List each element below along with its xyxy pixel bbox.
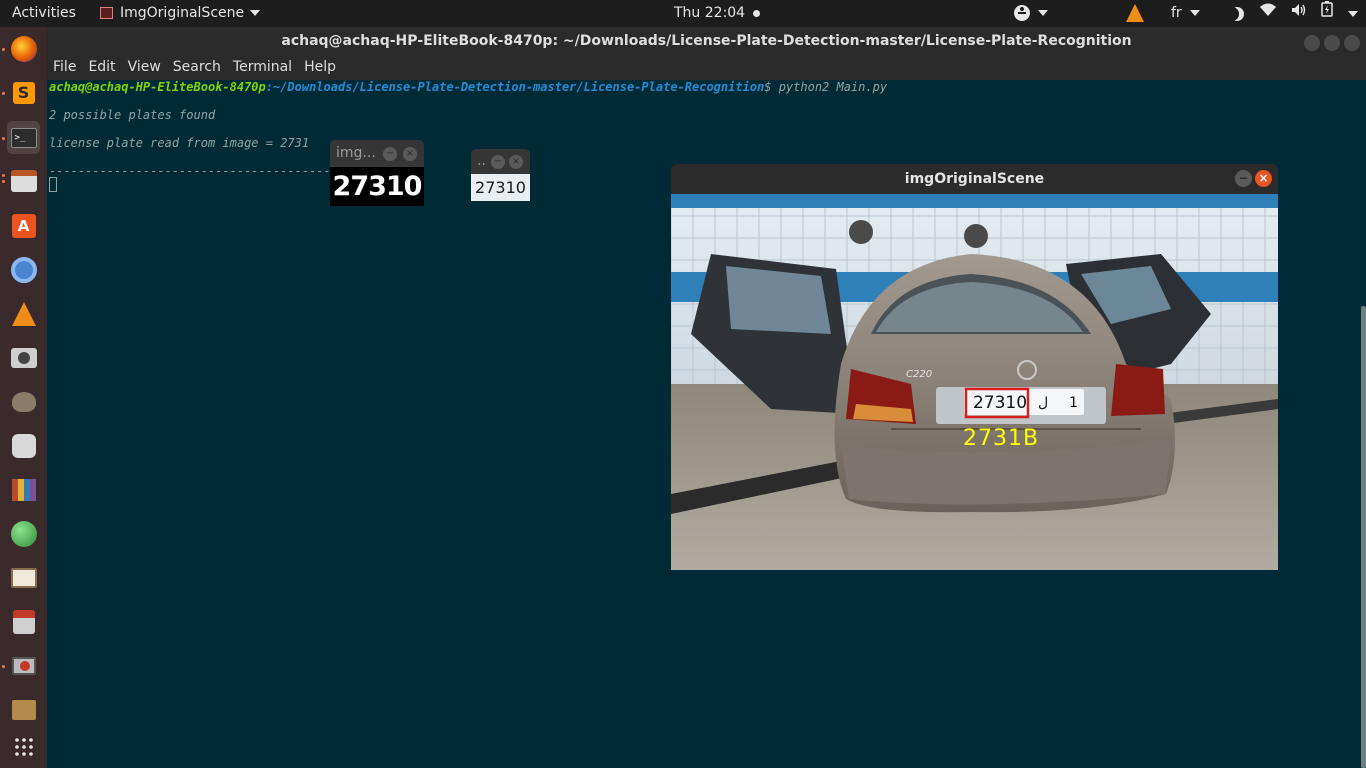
plate-crop-titlebar[interactable]: .. − × [471, 149, 530, 174]
chromium-icon[interactable] [7, 253, 40, 286]
running-indicator [2, 137, 5, 140]
car-badge-text: C220 [906, 369, 932, 380]
battery-icon [1321, 0, 1334, 27]
close-button[interactable] [1344, 35, 1360, 51]
files-icon[interactable] [7, 164, 40, 197]
output-plate-read: license plate read from image = 2731 [49, 136, 310, 150]
running-indicator [2, 665, 5, 668]
app-menu[interactable]: ImgOriginalScene [100, 0, 261, 27]
prompt-line: achaq@achaq-HP-EliteBook-8470p:~/Downloa… [49, 80, 887, 94]
close-button[interactable]: × [403, 147, 417, 161]
top-bar: Activities ImgOriginalScene Thu 22:04 fr [0, 0, 1366, 27]
app-window-icon [100, 7, 113, 19]
menu-edit[interactable]: Edit [82, 55, 121, 80]
original-scene-window[interactable]: imgOriginalScene − × C220 27310 ل 1 2731… [671, 164, 1278, 570]
activities-button[interactable]: Activities [12, 0, 76, 27]
clock-label: Thu 22:04 [674, 5, 746, 21]
menu-file[interactable]: File [47, 55, 82, 80]
keyboard-layout-label: fr [1171, 5, 1182, 21]
running-indicator [2, 180, 5, 183]
plate-threshold-image: 27310 [330, 167, 424, 206]
gimp-icon[interactable] [7, 385, 40, 418]
terminal-title: achaq@achaq-HP-EliteBook-8470p: ~/Downlo… [281, 33, 1132, 49]
plate-crop-window[interactable]: .. − × 27310 [471, 149, 530, 201]
minimize-button[interactable] [1304, 35, 1320, 51]
accessibility-icon [1014, 5, 1030, 21]
plate-threshold-title: img... [336, 145, 376, 161]
menu-terminal[interactable]: Terminal [227, 55, 298, 80]
vlc-icon[interactable] [7, 297, 40, 330]
terminal-scrollbar[interactable] [1361, 306, 1366, 768]
terminal-icon[interactable]: >_ [7, 121, 40, 154]
notification-dot-icon [752, 9, 760, 17]
wifi-icon [1260, 0, 1277, 27]
plate-crop-image: 27310 [471, 174, 530, 201]
terminal-menubar: File Edit View Search Terminal Help [47, 55, 1366, 80]
chevron-down-icon [250, 10, 261, 16]
menu-view[interactable]: View [122, 55, 167, 80]
running-indicator [2, 174, 5, 177]
running-indicator [2, 92, 5, 95]
keyboard-layout-menu[interactable]: fr [1171, 0, 1200, 27]
book-icon[interactable] [7, 561, 40, 594]
minimize-button[interactable]: − [1235, 170, 1252, 187]
chevron-down-icon [1038, 10, 1048, 16]
system-menu[interactable] [1230, 0, 1358, 27]
menu-help[interactable]: Help [298, 55, 342, 80]
terminal-titlebar[interactable]: achaq@achaq-HP-EliteBook-8470p: ~/Downlo… [47, 27, 1366, 55]
sublime-icon[interactable]: S [7, 76, 40, 109]
dock: S >_ A [0, 27, 47, 768]
plate-arabic-letter: ل [1038, 395, 1049, 411]
chevron-down-icon [1189, 10, 1200, 16]
minimize-button[interactable]: − [383, 147, 397, 161]
software-center-icon[interactable]: A [7, 209, 40, 242]
vlc-tray-icon[interactable] [1126, 0, 1144, 27]
mpv-icon[interactable] [7, 429, 40, 462]
scene-image: C220 27310 ل 1 2731B [671, 194, 1278, 570]
close-button[interactable]: × [509, 155, 523, 169]
output-separator: ----------------------------------------… [49, 164, 346, 178]
clock[interactable]: Thu 22:04 [674, 0, 760, 27]
plate-threshold-titlebar[interactable]: img... − × [330, 140, 424, 167]
original-scene-titlebar[interactable]: imgOriginalScene − × [671, 164, 1278, 194]
close-button[interactable]: × [1255, 170, 1272, 187]
menu-search[interactable]: Search [167, 55, 227, 80]
plate-threshold-window[interactable]: img... − × 27310 [330, 140, 424, 206]
night-light-icon [1230, 7, 1244, 21]
globe-icon[interactable] [7, 517, 40, 550]
maximize-button[interactable] [1324, 35, 1340, 51]
app-grid-icon[interactable] [7, 730, 40, 763]
library-icon[interactable] [7, 473, 40, 506]
app-menu-label: ImgOriginalScene [120, 5, 245, 21]
plate-digits: 27310 [972, 393, 1028, 413]
usb-creator-icon[interactable] [7, 605, 40, 638]
detected-plate-text: 2731B [963, 426, 1040, 451]
archive-icon[interactable] [7, 693, 40, 726]
disk-app-icon[interactable] [7, 649, 40, 682]
chevron-down-icon [1347, 10, 1358, 17]
volume-icon [1291, 0, 1307, 27]
firefox-icon[interactable] [7, 32, 40, 65]
original-scene-title: imgOriginalScene [904, 171, 1045, 187]
camera-icon[interactable] [7, 341, 40, 374]
accessibility-menu[interactable] [1014, 0, 1048, 27]
output-plates-found: 2 possible plates found [49, 108, 216, 122]
prompt-command: $ python2 Main.py [764, 80, 888, 94]
plate-region-number: 1 [1069, 395, 1078, 411]
prompt-user: achaq@achaq-HP-EliteBook-8470p [49, 80, 266, 94]
running-indicator [2, 48, 5, 51]
plate-crop-title: .. [477, 153, 486, 169]
minimize-button[interactable]: − [491, 155, 505, 169]
terminal-cursor [49, 177, 57, 192]
prompt-path: :~/Downloads/License-Plate-Detection-mas… [265, 80, 765, 94]
